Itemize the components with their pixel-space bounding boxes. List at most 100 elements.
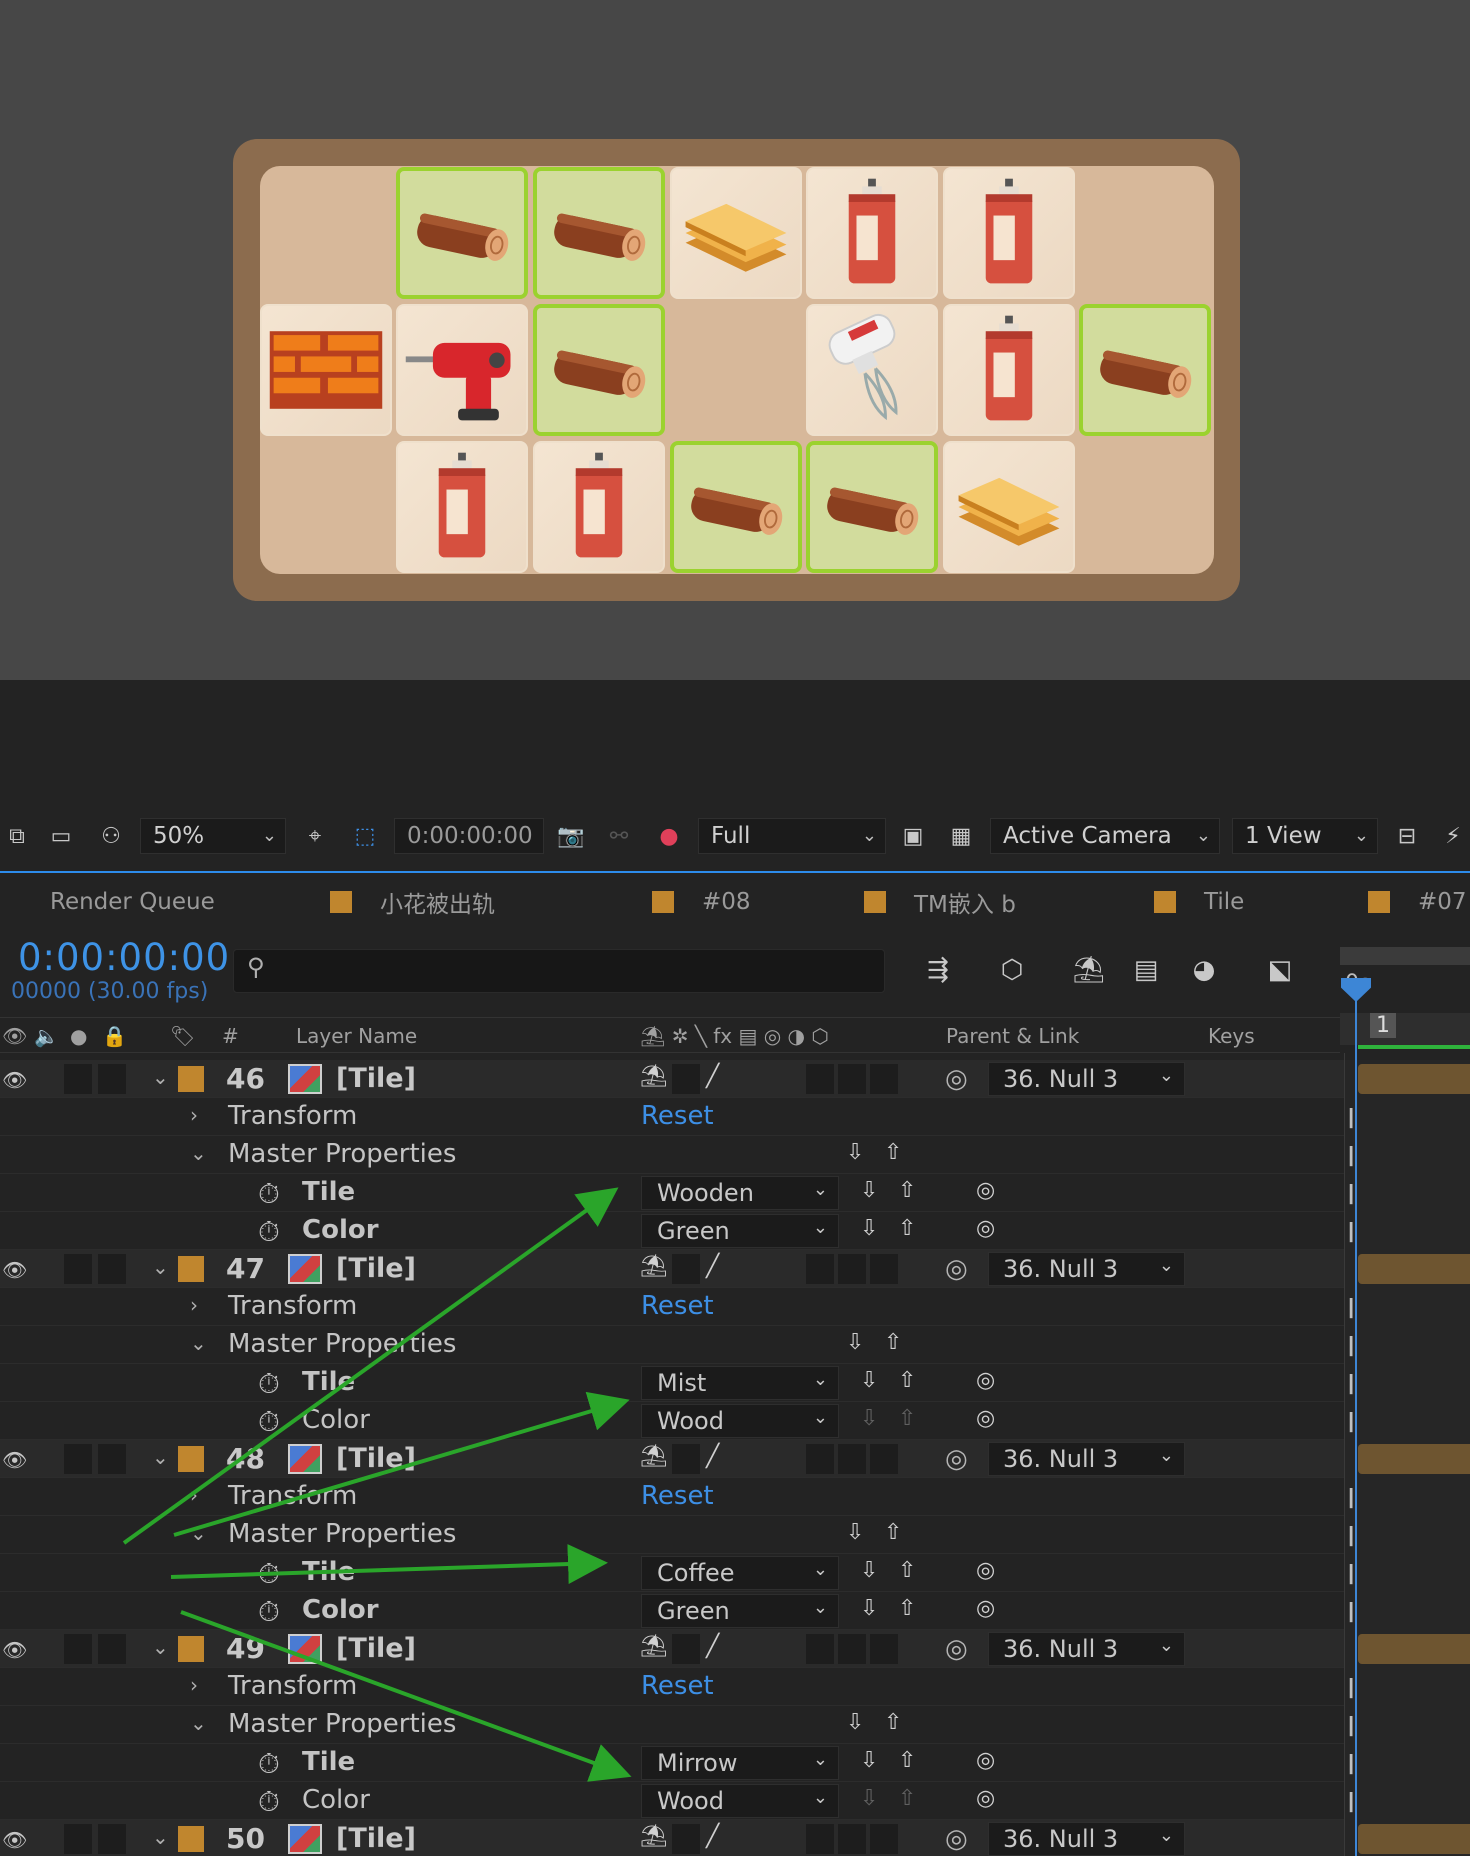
pick-whip-icon[interactable]: ◎ <box>945 1444 968 1474</box>
expression-pickwhip-icon[interactable]: ◎ <box>976 1558 995 1583</box>
chevron-down-icon[interactable]: ⌄ <box>152 1825 169 1849</box>
label-color-swatch[interactable] <box>178 1636 204 1662</box>
quality-switch-icon[interactable]: ╱ <box>706 1824 719 1849</box>
comp-marker[interactable]: 1 <box>1370 1013 1396 1038</box>
tile-dropdown[interactable]: Wooden ⌄ <box>641 1176 839 1210</box>
tab-comp-08[interactable]: #08 <box>652 884 751 920</box>
chevron-down-icon[interactable]: ⌄ <box>152 1065 169 1089</box>
shy-switch-icon[interactable]: ⛱ <box>640 1254 668 1279</box>
layer-name[interactable]: [Tile] <box>336 1633 416 1664</box>
tab-comp-1[interactable]: 小花被出轨 <box>330 884 495 920</box>
expression-pickwhip-icon[interactable]: ◎ <box>976 1406 995 1431</box>
camera-select[interactable]: Active Camera ⌄ <box>990 818 1220 854</box>
stopwatch-icon[interactable]: ⏱ <box>258 1215 280 1249</box>
stopwatch-icon[interactable]: ⏱ <box>258 1557 280 1591</box>
expression-pickwhip-icon[interactable]: ◎ <box>976 1178 995 1203</box>
lock-switch[interactable] <box>98 1064 126 1094</box>
motion-blur-switch[interactable] <box>806 1634 834 1664</box>
shy-switch-icon[interactable]: ⛱ <box>640 1824 668 1849</box>
tile-dropdown[interactable]: Mist ⌄ <box>641 1366 839 1400</box>
timeline-track[interactable] <box>1345 1668 1470 1706</box>
3d-layer-switch[interactable] <box>870 1254 898 1284</box>
solo-switch[interactable] <box>64 1444 92 1474</box>
transform-group[interactable]: › Transform Reset <box>0 1098 1345 1136</box>
pull-from-master-icon[interactable]: ⇧ <box>884 1710 902 1735</box>
3d-layer-switch[interactable] <box>870 1444 898 1474</box>
audio-toggle-icon[interactable]: 🔈 <box>34 1024 59 1048</box>
layer-duration-bar[interactable] <box>1358 1064 1470 1094</box>
color-channels-icon[interactable]: ● <box>652 818 686 854</box>
3d-layer-switch[interactable] <box>870 1824 898 1854</box>
tab-comp-07[interactable]: #07 <box>1368 884 1467 920</box>
transparency-grid-icon[interactable]: ▦ <box>944 818 978 854</box>
master-properties-group[interactable]: ⌄ Master Properties ⇩ ⇧ <box>0 1706 1345 1744</box>
color-dropdown[interactable]: Green ⌄ <box>641 1214 839 1248</box>
motion-blur-switch[interactable] <box>806 1444 834 1474</box>
lock-icon[interactable]: 🔒 <box>102 1024 127 1048</box>
adjustment-switch[interactable] <box>838 1444 866 1474</box>
video-toggle-icon[interactable]: 👁 <box>2 1024 27 1048</box>
time-ruler[interactable]: 0s 1 <box>1340 945 1470 1055</box>
timeline-track[interactable] <box>1345 1326 1470 1364</box>
eye-icon[interactable]: 👁 <box>2 1638 27 1662</box>
layer-name[interactable]: [Tile] <box>336 1443 416 1474</box>
work-area-bar[interactable] <box>1340 947 1470 965</box>
collapse-switch[interactable] <box>672 1064 700 1094</box>
color-dropdown[interactable]: Wood ⌄ <box>641 1784 839 1818</box>
chevron-down-icon[interactable]: ⌄ <box>152 1255 169 1279</box>
chevron-down-icon[interactable]: ⌄ <box>190 1521 207 1545</box>
stopwatch-icon[interactable]: ⏱ <box>258 1747 280 1781</box>
stopwatch-icon[interactable]: ⏱ <box>258 1595 280 1629</box>
pull-from-master-icon[interactable]: ⇧ <box>898 1748 916 1773</box>
pick-whip-icon[interactable]: ◎ <box>945 1064 968 1094</box>
master-properties-group[interactable]: ⌄ Master Properties ⇩ ⇧ <box>0 1516 1345 1554</box>
transform-group[interactable]: › Transform Reset <box>0 1478 1345 1516</box>
color-property-row[interactable]: ⏱ Color Green ⌄ ⇩ ⇧ ◎ <box>0 1592 1345 1630</box>
quality-switch-icon[interactable]: ╱ <box>706 1064 719 1089</box>
layer-duration-bar[interactable] <box>1358 1444 1470 1474</box>
color-property-row[interactable]: ⏱ Color Green ⌄ ⇩ ⇧ ◎ <box>0 1212 1345 1250</box>
stopwatch-icon[interactable]: ⏱ <box>258 1177 280 1211</box>
mask-visibility-icon[interactable]: ⚇ <box>94 818 128 854</box>
tile-property-row[interactable]: ⏱ Tile Wooden ⌄ ⇩ ⇧ ◎ <box>0 1174 1345 1212</box>
label-color-swatch[interactable] <box>178 1256 204 1282</box>
label-color-swatch[interactable] <box>178 1446 204 1472</box>
pull-from-master-icon[interactable]: ⇧ <box>898 1216 916 1241</box>
label-tag-icon[interactable]: 🏷 <box>170 1024 195 1048</box>
resolution-select[interactable]: Full ⌄ <box>698 818 886 854</box>
tab-comp-tm[interactable]: TM嵌入 b <box>864 884 1016 920</box>
3d-layer-switch[interactable] <box>870 1634 898 1664</box>
solo-icon[interactable]: ● <box>70 1024 87 1048</box>
viewer-timecode[interactable]: 0:00:00:00 <box>394 818 544 854</box>
solo-switch[interactable] <box>64 1824 92 1854</box>
shy-switch-icon[interactable]: ⛱ <box>640 1634 668 1659</box>
monitor-icon[interactable]: ▭ <box>44 818 78 854</box>
zoom-select[interactable]: 50% ⌄ <box>140 818 286 854</box>
motion-blur-icon[interactable]: ◕ <box>1182 948 1226 992</box>
timeline-track[interactable] <box>1345 1554 1470 1592</box>
parent-select[interactable]: 36. Null 3 ⌄ <box>988 1822 1185 1856</box>
collapse-switch[interactable] <box>672 1634 700 1664</box>
fast-preview-icon[interactable]: ⚡ <box>1436 818 1470 854</box>
quality-switch-icon[interactable]: ╱ <box>706 1634 719 1659</box>
parent-select[interactable]: 36. Null 3 ⌄ <box>988 1632 1185 1666</box>
tile-property-row[interactable]: ⏱ Tile Mist ⌄ ⇩ ⇧ ◎ <box>0 1364 1345 1402</box>
push-to-master-icon[interactable]: ⇩ <box>860 1786 878 1811</box>
chevron-down-icon[interactable]: ⌄ <box>152 1445 169 1469</box>
column-parent-link[interactable]: Parent & Link <box>946 1024 1079 1048</box>
eye-icon[interactable]: 👁 <box>2 1448 27 1472</box>
push-to-master-icon[interactable]: ⇩ <box>860 1748 878 1773</box>
pick-whip-icon[interactable]: ◎ <box>945 1254 968 1284</box>
timeline-track[interactable] <box>1345 1592 1470 1630</box>
layer-search-input[interactable] <box>233 949 885 993</box>
parent-select[interactable]: 36. Null 3 ⌄ <box>988 1252 1185 1286</box>
master-properties-group[interactable]: ⌄ Master Properties ⇩ ⇧ <box>0 1326 1345 1364</box>
timeline-track[interactable] <box>1345 1516 1470 1554</box>
chevron-right-icon[interactable]: › <box>190 1103 198 1127</box>
toggle-pixel-aspect-icon[interactable]: ⊟ <box>1390 818 1424 854</box>
expression-pickwhip-icon[interactable]: ◎ <box>976 1786 995 1811</box>
timeline-track[interactable] <box>1345 1098 1470 1136</box>
expression-pickwhip-icon[interactable]: ◎ <box>976 1596 995 1621</box>
layer-name[interactable]: [Tile] <box>336 1253 416 1284</box>
pull-from-master-icon[interactable]: ⇧ <box>898 1558 916 1583</box>
